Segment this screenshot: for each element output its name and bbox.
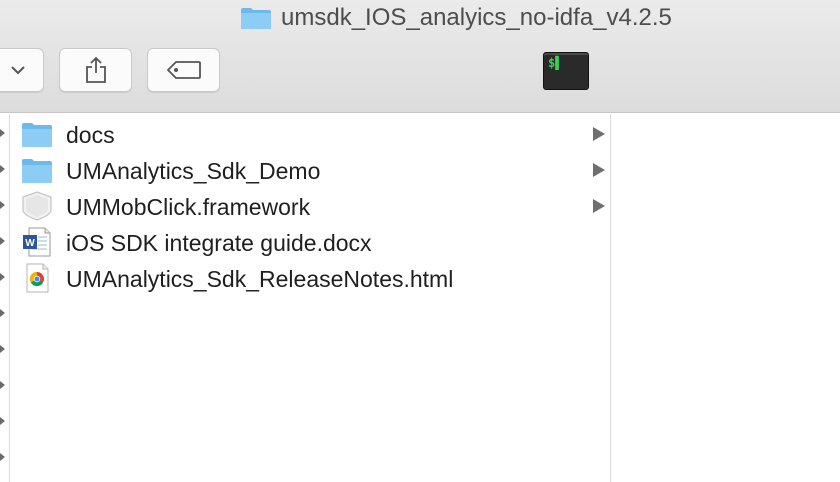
file-name: docs	[66, 122, 115, 148]
disclosure-triangle-icon	[0, 237, 5, 245]
disclosure-triangle-icon	[0, 201, 5, 209]
disclosure-triangle-icon	[0, 381, 5, 389]
disclosure-triangle-icon	[593, 163, 605, 177]
window-title-text: umsdk_IOS_analyics_no-idfa_v4.2.5	[281, 4, 672, 31]
parent-column[interactable]	[0, 114, 10, 482]
file-name: UMMobClick.framework	[66, 194, 311, 220]
file-name: UMAnalytics_Sdk_Demo	[66, 158, 321, 184]
disclosure-triangle-icon	[0, 273, 5, 281]
chrome-html-document-icon	[26, 263, 49, 293]
disclosure-triangle-icon	[0, 309, 5, 317]
list-item[interactable]: UMMobClick.framework	[11, 188, 609, 224]
disclosure-triangle-icon	[0, 417, 5, 425]
tag-icon	[166, 61, 201, 79]
file-name: iOS SDK integrate guide.docx	[66, 230, 372, 256]
disclosure-triangle-icon	[0, 129, 5, 137]
share-button[interactable]	[59, 48, 132, 92]
disclosure-triangle-icon	[0, 165, 5, 173]
preview-column[interactable]	[612, 114, 840, 482]
view-options-button[interactable]	[0, 48, 44, 92]
folder-icon	[22, 159, 52, 183]
folder-icon	[241, 8, 271, 29]
disclosure-triangle-icon	[0, 453, 5, 461]
window-toolbar: umsdk_IOS_analyics_no-idfa_v4.2.5 $▌	[0, 0, 840, 113]
tag-button[interactable]	[147, 48, 220, 92]
list-item[interactable]: W iOS SDK integrate guide.docx	[11, 224, 609, 260]
file-column[interactable]: docs UMAnalytics_Sdk_Demo UMMobClick.fra…	[11, 114, 611, 482]
disclosure-triangle-icon	[0, 345, 5, 353]
framework-icon	[22, 191, 52, 221]
terminal-prompt: $▌	[548, 56, 563, 70]
file-name: UMAnalytics_Sdk_ReleaseNotes.html	[66, 266, 454, 292]
terminal-icon[interactable]: $▌	[543, 52, 589, 90]
word-document-icon: W	[23, 227, 51, 257]
folder-icon	[22, 123, 52, 147]
list-item[interactable]: docs	[11, 116, 609, 152]
share-icon	[85, 56, 106, 83]
list-item[interactable]: UMAnalytics_Sdk_ReleaseNotes.html	[11, 260, 609, 296]
disclosure-triangle-icon	[593, 199, 605, 213]
list-item[interactable]: UMAnalytics_Sdk_Demo	[11, 152, 609, 188]
chevron-down-icon	[11, 66, 25, 75]
disclosure-triangle-icon	[593, 127, 605, 141]
svg-text:W: W	[25, 238, 35, 249]
window-title: umsdk_IOS_analyics_no-idfa_v4.2.5	[240, 4, 672, 32]
